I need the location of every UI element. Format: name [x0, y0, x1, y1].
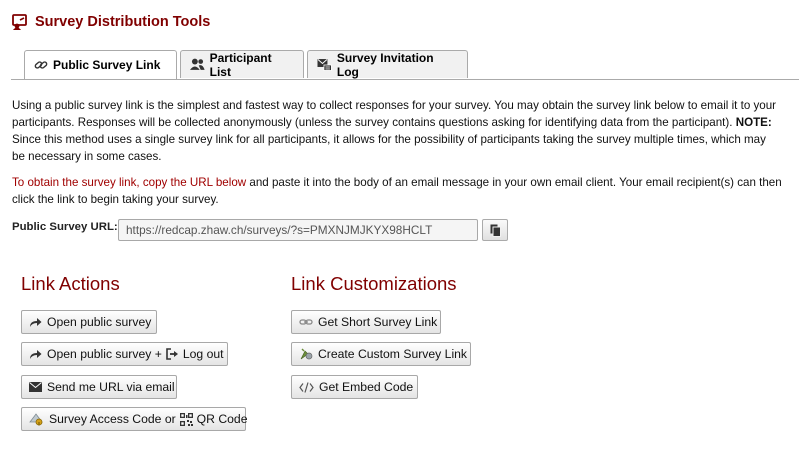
- mail-log-icon: [317, 59, 332, 71]
- tab-survey-invitation-log[interactable]: Survey Invitation Log: [307, 50, 468, 79]
- button-label: Create Custom Survey Link: [318, 347, 468, 361]
- instructions-highlight: To obtain the survey link, copy the URL …: [12, 176, 247, 189]
- page-header: Survey Distribution Tools: [12, 12, 210, 32]
- get-embed-code-button[interactable]: Get Embed Code: [291, 375, 418, 399]
- button-label: Open public survey +: [47, 347, 162, 361]
- tab-label: Public Survey Link: [53, 58, 161, 72]
- link-customizations-heading: Link Customizations: [291, 273, 457, 294]
- clipboard-icon: [490, 224, 501, 237]
- open-public-survey-button[interactable]: Open public survey: [21, 310, 157, 334]
- public-survey-url-input[interactable]: [118, 219, 478, 241]
- note-label: NOTE:: [735, 116, 772, 129]
- copy-url-button[interactable]: [482, 219, 508, 241]
- custom-link-icon: [300, 348, 313, 360]
- instructions-paragraph: To obtain the survey link, copy the URL …: [12, 174, 782, 208]
- page-title: Survey Distribution Tools: [35, 14, 211, 30]
- code-icon: [299, 381, 314, 393]
- note-text: Since this method uses a single survey l…: [12, 133, 766, 163]
- tab-label: Survey Invitation Log: [336, 50, 434, 79]
- survey-distribution-icon: [12, 14, 27, 30]
- button-label-secondary: QR Code: [196, 412, 248, 426]
- share-arrow-icon: [30, 318, 42, 327]
- users-icon: [190, 58, 205, 70]
- button-label-secondary: Log out: [182, 347, 224, 361]
- link-icon: [34, 61, 48, 69]
- button-label: Survey Access Code or: [49, 412, 176, 426]
- send-url-email-button[interactable]: Send me URL via email: [21, 375, 177, 399]
- intro-text: Using a public survey link is the simple…: [12, 99, 777, 129]
- logout-icon: [166, 348, 178, 360]
- button-label: Open public survey: [47, 315, 152, 329]
- open-survey-logout-button[interactable]: Open public survey + Log out: [21, 342, 228, 366]
- tab-participant-list[interactable]: Participant List: [180, 50, 304, 79]
- share-arrow-icon: [30, 350, 42, 359]
- link-actions-heading: Link Actions: [21, 273, 120, 294]
- button-label: Get Embed Code: [319, 380, 414, 394]
- public-survey-url-label: Public Survey URL:: [12, 221, 118, 233]
- tab-bar: Public Survey Link Participant List Surv…: [11, 50, 799, 80]
- get-short-link-button[interactable]: Get Short Survey Link: [291, 310, 441, 334]
- tab-public-survey-link[interactable]: Public Survey Link: [24, 50, 177, 79]
- tab-label: Participant List: [209, 50, 272, 79]
- qr-code-icon: [179, 412, 193, 426]
- create-custom-link-button[interactable]: Create Custom Survey Link: [291, 342, 471, 366]
- intro-paragraph: Using a public survey link is the simple…: [12, 97, 782, 165]
- access-code-key-icon: [29, 413, 43, 426]
- short-link-icon: [299, 319, 313, 325]
- button-label: Send me URL via email: [47, 380, 175, 394]
- survey-access-code-button[interactable]: Survey Access Code or QR Code: [21, 407, 248, 431]
- envelope-icon: [29, 382, 42, 392]
- button-label: Get Short Survey Link: [318, 315, 438, 329]
